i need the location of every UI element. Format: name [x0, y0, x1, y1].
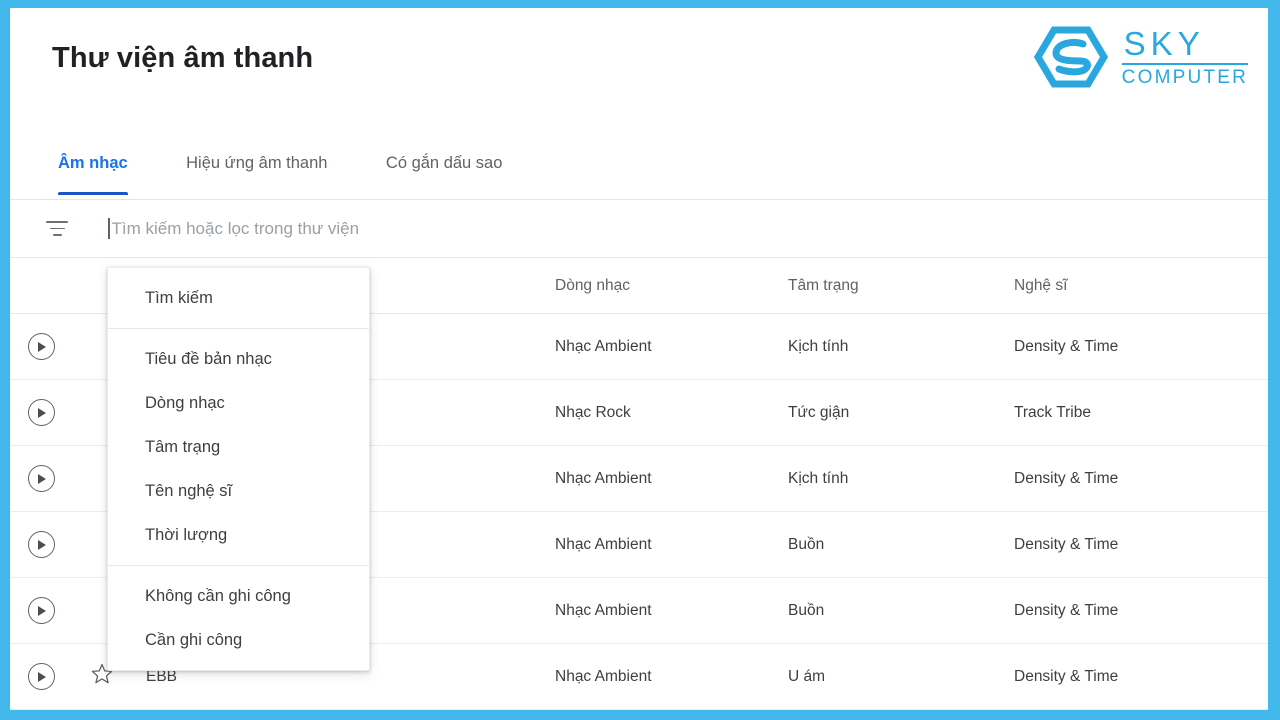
play-cell — [10, 531, 72, 558]
play-cell — [10, 663, 72, 690]
dropdown-item-tim-kiem[interactable]: Tìm kiếm — [108, 276, 369, 320]
play-icon[interactable] — [27, 333, 55, 360]
logo-primary-text: SKY — [1123, 25, 1205, 62]
play-icon[interactable] — [27, 531, 55, 558]
track-genre: Nhạc Rock — [555, 403, 631, 421]
logo-wordmark: SKY COMPUTER — [1121, 25, 1248, 88]
tab-bar: Âm nhạc Hiệu ứng âm thanh Có gắn dấu sao — [10, 130, 1268, 200]
header-mood-col[interactable]: Tâm trạng — [788, 277, 1014, 295]
filter-lines-icon[interactable] — [44, 216, 70, 242]
track-genre: Nhạc Ambient — [555, 469, 652, 487]
dropdown-item-tieu-de-ban-nhac[interactable]: Tiêu đề bản nhạc — [108, 337, 369, 381]
track-artist: Density & Time — [1014, 535, 1119, 553]
track-artist: Track Tribe — [1014, 403, 1091, 421]
play-icon[interactable] — [27, 399, 55, 426]
track-mood: Kịch tính — [788, 469, 849, 487]
page-title: Thư viện âm thanh — [52, 42, 314, 74]
play-icon[interactable] — [27, 663, 55, 690]
track-mood: Buồn — [788, 601, 825, 619]
logo-divider-rule — [1121, 63, 1248, 65]
dropdown-group-attribution: Không cần ghi công Cần ghi công — [108, 565, 369, 670]
audio-library-app: Thư viện âm thanh SKY COMPUTER Âm nhạc H… — [10, 8, 1268, 710]
browser-frame: Thư viện âm thanh SKY COMPUTER Âm nhạc H… — [0, 0, 1280, 720]
search-input[interactable] — [109, 216, 630, 241]
track-genre: Nhạc Ambient — [555, 337, 652, 355]
track-mood: Buồn — [788, 535, 825, 553]
sky-computer-logo: SKY COMPUTER — [1033, 25, 1248, 88]
track-artist: Density & Time — [1014, 667, 1119, 685]
track-genre: Nhạc Ambient — [555, 601, 652, 619]
dropdown-item-thoi-luong[interactable]: Thời lượng — [108, 513, 369, 557]
tab-am-nhac[interactable]: Âm nhạc — [58, 130, 128, 195]
track-mood: Tức giận — [788, 403, 850, 421]
search-filter-dropdown: Tìm kiếm Tiêu đề bản nhạc Dòng nhạc Tâm … — [107, 267, 370, 671]
header-genre-col[interactable]: Dòng nhạc — [555, 277, 788, 295]
track-artist: Density & Time — [1014, 337, 1119, 355]
track-mood: Kịch tính — [788, 337, 849, 355]
dropdown-item-dong-nhac[interactable]: Dòng nhạc — [108, 381, 369, 425]
dropdown-item-ten-nghe-si[interactable]: Tên nghệ sĩ — [108, 469, 369, 513]
track-genre: Nhạc Ambient — [555, 535, 652, 553]
dropdown-item-khong-can-ghi-cong[interactable]: Không cần ghi công — [108, 574, 369, 618]
play-icon[interactable] — [27, 597, 55, 624]
track-mood: U ám — [788, 667, 826, 685]
dropdown-item-tam-trang[interactable]: Tâm trạng — [108, 425, 369, 469]
sky-s-hexagon-logo-icon — [1033, 26, 1108, 88]
dropdown-item-can-ghi-cong[interactable]: Cần ghi công — [108, 618, 369, 662]
tab-co-gan-dau-sao[interactable]: Có gắn dấu sao — [386, 130, 503, 195]
play-cell — [10, 333, 72, 360]
dropdown-group-fields: Tiêu đề bản nhạc Dòng nhạc Tâm trạng Tên… — [108, 328, 369, 565]
dropdown-group-search: Tìm kiếm — [108, 268, 369, 328]
track-artist: Density & Time — [1014, 601, 1119, 619]
track-artist: Density & Time — [1014, 469, 1119, 487]
play-cell — [10, 597, 72, 624]
search-field-wrapper — [108, 216, 1268, 241]
page-header: Thư viện âm thanh SKY COMPUTER — [10, 8, 1268, 130]
play-cell — [10, 465, 72, 492]
play-icon[interactable] — [27, 465, 55, 492]
logo-secondary-text: COMPUTER — [1121, 67, 1248, 88]
track-genre: Nhạc Ambient — [555, 667, 652, 685]
search-bar — [10, 200, 1268, 258]
tab-hieu-ung-am-thanh[interactable]: Hiệu ứng âm thanh — [186, 130, 327, 195]
play-cell — [10, 399, 72, 426]
header-artist-col[interactable]: Nghệ sĩ — [1014, 277, 1214, 295]
